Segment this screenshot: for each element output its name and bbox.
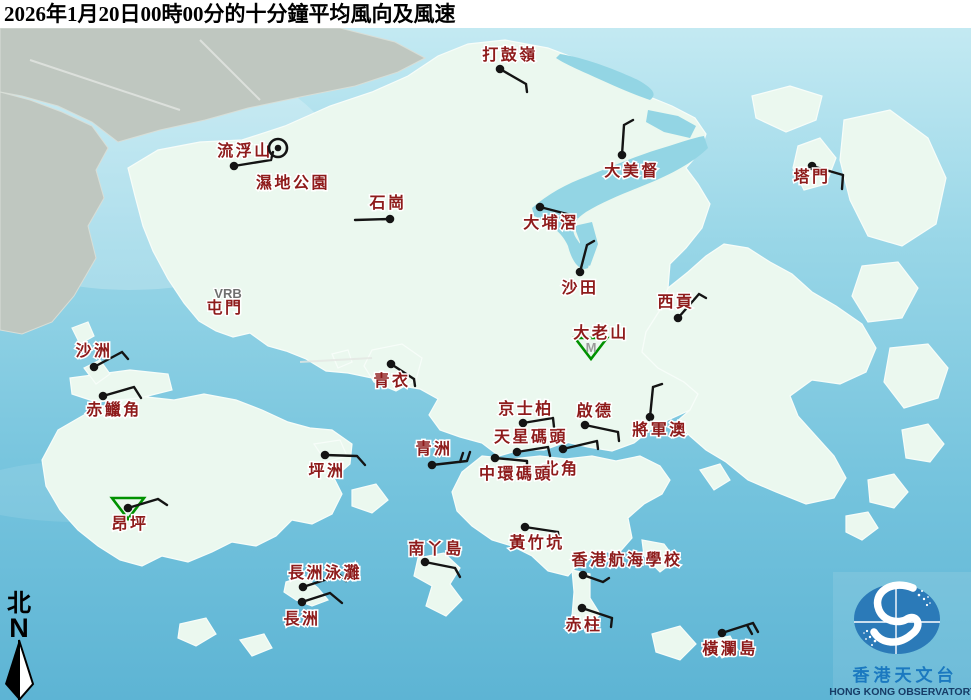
station-dot	[491, 454, 500, 463]
station-label[interactable]: 大埔滘	[523, 213, 579, 232]
station-dot	[124, 504, 133, 513]
station-label[interactable]: 塔門	[793, 167, 830, 186]
station-dot	[321, 451, 330, 460]
station-dot	[718, 629, 727, 638]
vrb-wind-label: VRB	[214, 286, 241, 301]
station-label[interactable]: 打鼓嶺	[482, 45, 538, 64]
station-label[interactable]: 赤柱	[565, 615, 602, 634]
station-label[interactable]: 赤鱲角	[86, 400, 142, 419]
station-label[interactable]: 沙洲	[75, 342, 112, 360]
station-dot	[519, 419, 528, 428]
hko-logo[interactable]: 香港天文台 HONG KONG OBSERVATORY	[829, 572, 971, 700]
station-label[interactable]: 青洲	[415, 439, 452, 458]
station-dot	[230, 162, 239, 171]
hk-wind-map: 打鼓嶺流浮山濕地公園石崗 大美督大埔滘 塔門沙田西貢 VRB屯門 M大老山沙洲赤鱲角 青衣…	[0, 0, 971, 700]
station-label[interactable]: 香港航海學校	[570, 550, 682, 569]
station-dot	[578, 604, 587, 613]
station-label[interactable]: 橫瀾島	[702, 639, 758, 658]
map-title-bar: 2026年1月20日00時00分的十分鐘平均風向及風速	[0, 0, 971, 28]
station-label[interactable]: 天星碼頭	[494, 428, 568, 446]
station-label[interactable]: 昂坪	[111, 515, 148, 533]
station-dot	[674, 314, 683, 323]
maintenance-m-label: M	[586, 340, 597, 355]
station-dot	[579, 571, 588, 580]
map-title: 2026年1月20日00時00分的十分鐘平均風向及風速	[0, 0, 971, 28]
station-dot	[581, 421, 590, 430]
station-dot	[99, 392, 108, 401]
station-dot	[576, 268, 585, 277]
station-dot	[275, 145, 282, 152]
station-dot	[496, 65, 505, 74]
wind-barb-icon	[355, 219, 390, 220]
station-label[interactable]: 啟德	[576, 401, 613, 420]
station-label[interactable]: 石崗	[368, 193, 406, 212]
station-dot	[387, 360, 396, 369]
hko-logo-english-name: HONG KONG OBSERVATORY	[829, 686, 971, 698]
station-label[interactable]: 京士柏	[498, 399, 554, 418]
station-dot	[536, 203, 545, 212]
station-dot	[299, 583, 308, 592]
station-label[interactable]: 流浮山	[217, 141, 273, 160]
station-label[interactable]: 濕地公園	[256, 173, 330, 192]
station-dot	[646, 413, 655, 422]
station-label[interactable]: 長洲	[283, 610, 320, 628]
station-dot	[421, 558, 430, 567]
station-dot	[298, 598, 307, 607]
wind-map-page: 2026年1月20日00時00分的十分鐘平均風向及風速	[0, 0, 971, 700]
station-label[interactable]: 將軍澳	[632, 420, 688, 439]
hko-logo-chinese-name: 香港天文台	[853, 665, 958, 685]
compass-letter: N	[9, 613, 29, 643]
station-dot	[618, 151, 627, 160]
station-dot	[386, 215, 395, 224]
station-label[interactable]: 屯門	[206, 298, 243, 317]
station-dot	[513, 448, 522, 457]
station-label[interactable]: 大老山	[573, 323, 629, 342]
station-label[interactable]: 長洲泳灘	[288, 563, 362, 582]
station-dot	[521, 523, 530, 532]
station-label[interactable]: 黃竹坑	[508, 533, 565, 552]
station-dot	[559, 445, 568, 454]
station-label[interactable]: 西貢	[657, 293, 694, 311]
station-dot	[428, 461, 437, 470]
station-label[interactable]: 中環碼頭	[479, 464, 553, 483]
station-dot	[90, 363, 99, 372]
station-label[interactable]: 沙田	[561, 279, 598, 297]
station-label[interactable]: 青衣	[373, 371, 410, 390]
station-label[interactable]: 坪洲	[308, 462, 345, 480]
station-label[interactable]: 大美督	[604, 161, 660, 180]
station-label[interactable]: 南丫島	[408, 539, 464, 558]
